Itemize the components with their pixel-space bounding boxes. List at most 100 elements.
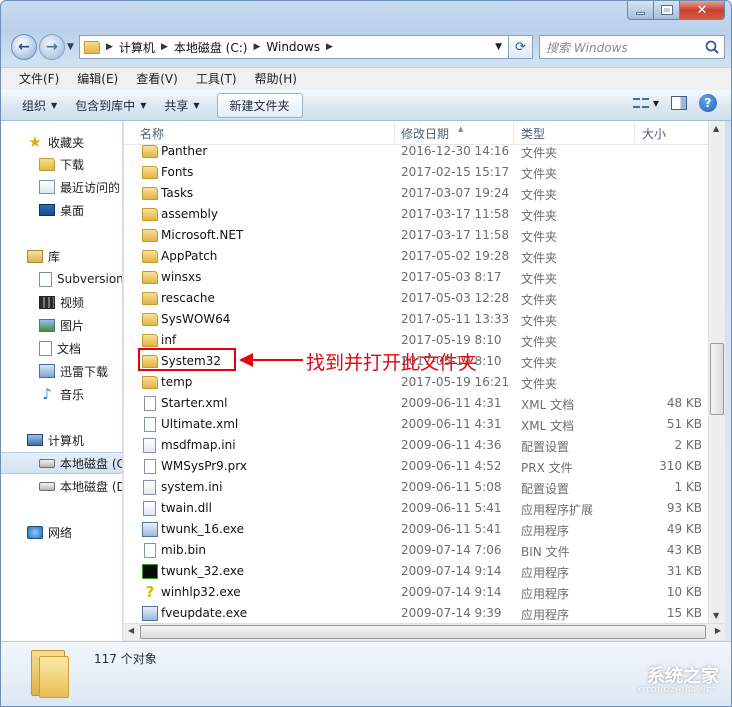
file-row[interactable]: twunk_16.exe 2009-06-11 5:41 应用程序 49 KB [124, 519, 708, 540]
nav-documents[interactable]: 文档 [39, 337, 81, 359]
horizontal-scroll-thumb[interactable] [140, 625, 706, 639]
folder-icon [84, 40, 100, 54]
column-divider[interactable] [394, 123, 395, 143]
file-type: 配置设置 [521, 482, 570, 496]
menu-tools[interactable]: 工具(T) [188, 68, 245, 89]
organize-button[interactable]: 组织 ▼ [13, 93, 66, 118]
file-type: 文件夹 [521, 188, 558, 202]
menu-file[interactable]: 文件(F) [11, 68, 67, 89]
column-divider[interactable] [634, 123, 635, 143]
file-row[interactable]: fveupdate.exe 2009-07-14 9:39 应用程序 15 KB [124, 603, 708, 623]
help-icon[interactable]: ? [699, 94, 717, 112]
file-date: 2009-06-11 4:31 [401, 417, 502, 431]
minimize-button[interactable] [627, 1, 654, 20]
file-size: 2 KB [674, 438, 702, 452]
chevron-right-icon[interactable]: ▶ [106, 42, 113, 52]
nav-desktop[interactable]: 桌面 [39, 199, 84, 221]
preview-pane-icon[interactable] [671, 96, 687, 110]
close-button[interactable]: ✕ [680, 1, 725, 20]
nav-network[interactable]: 网络 [27, 521, 72, 543]
recent-pages-dropdown[interactable]: ▼ [67, 42, 74, 52]
refresh-button[interactable]: ⟳ [509, 35, 533, 59]
menu-edit[interactable]: 编辑(E) [69, 68, 126, 89]
file-date: 2017-02-15 15:17 [401, 165, 510, 179]
file-row[interactable]: ? winhlp32.exe 2009-07-14 9:14 应用程序 10 KB [124, 582, 708, 603]
file-row[interactable]: msdfmap.ini 2009-06-11 4:36 配置设置 2 KB [124, 435, 708, 456]
column-header-type[interactable]: 类型 [521, 125, 545, 142]
breadcrumb-local-disk[interactable]: 本地磁盘 (C:) [174, 39, 248, 56]
file-row[interactable]: twain.dll 2009-06-11 5:41 应用程序扩展 93 KB [124, 498, 708, 519]
column-header-date[interactable]: 修改日期 [401, 125, 449, 142]
nav-videos[interactable]: 视频 [39, 291, 84, 313]
nav-xunlei[interactable]: 迅雷下载 [39, 360, 108, 382]
scroll-left-icon[interactable]: ◀ [128, 626, 134, 635]
annotation-highlight-box [138, 348, 236, 371]
vertical-scrollbar[interactable]: ▲ ▼ [708, 121, 725, 623]
file-row[interactable]: Tasks 2017-03-07 19:24 文件夹 [124, 183, 708, 204]
nav-recent[interactable]: 最近访问的 [39, 176, 120, 198]
column-divider[interactable] [513, 123, 514, 143]
scroll-up-icon[interactable]: ▲ [713, 124, 719, 133]
breadcrumb-windows[interactable]: Windows [266, 40, 320, 54]
menu-view[interactable]: 查看(V) [128, 68, 186, 89]
nav-computer[interactable]: 计算机 [27, 429, 84, 451]
file-row[interactable]: winsxs 2017-05-03 8:17 文件夹 [124, 267, 708, 288]
file-row[interactable]: assembly 2017-03-17 11:58 文件夹 [124, 204, 708, 225]
forward-button[interactable]: → [39, 34, 65, 60]
file-row[interactable]: Starter.xml 2009-06-11 4:31 XML 文档 48 KB [124, 393, 708, 414]
arrow-right-icon: → [46, 39, 58, 55]
scroll-right-icon[interactable]: ▶ [715, 626, 721, 635]
chevron-right-icon[interactable]: ▶ [161, 42, 168, 52]
address-bar[interactable]: ▶ 计算机 ▶ 本地磁盘 (C:) ▶ Windows ▶ ▼ [79, 35, 509, 59]
vertical-scroll-thumb[interactable] [710, 343, 724, 415]
chevron-right-icon[interactable]: ▶ [326, 42, 333, 52]
change-view-button[interactable]: ▼ [632, 96, 659, 110]
file-row[interactable]: Panther 2016-12-30 14:16 文件夹 [124, 141, 708, 162]
nav-libraries[interactable]: 库 [27, 245, 60, 267]
file-name: fveupdate.exe [161, 606, 248, 620]
file-date: 2009-06-11 4:36 [401, 438, 502, 452]
file-size: 93 KB [666, 501, 702, 515]
file-row[interactable]: Ultimate.xml 2009-06-11 4:31 XML 文档 51 KB [124, 414, 708, 435]
column-header-size[interactable]: 大小 [642, 125, 666, 142]
refresh-icon: ⟳ [515, 39, 526, 55]
nav-pictures[interactable]: 图片 [39, 314, 84, 336]
nav-music[interactable]: ♪ 音乐 [39, 383, 84, 405]
nav-favorites[interactable]: ★ 收藏夹 [27, 131, 84, 153]
back-button[interactable]: ← [11, 34, 37, 60]
nav-local-disk-d[interactable]: 本地磁盘 (D [39, 475, 122, 497]
file-row[interactable]: mib.bin 2009-07-14 7:06 BIN 文件 43 KB [124, 540, 708, 561]
file-row[interactable]: Fonts 2017-02-15 15:17 文件夹 [124, 162, 708, 183]
column-header-name[interactable]: 名称 [140, 125, 164, 142]
file-row[interactable]: WMSysPr9.prx 2009-06-11 4:52 PRX 文件 310 KB [124, 456, 708, 477]
folder-icon [142, 376, 158, 389]
nav-downloads[interactable]: 下载 [39, 153, 84, 175]
file-row[interactable]: rescache 2017-05-03 12:28 文件夹 [124, 288, 708, 309]
nav-subversion[interactable]: Subversion [39, 268, 122, 290]
breadcrumb-computer[interactable]: 计算机 [119, 39, 155, 56]
file-row[interactable]: AppPatch 2017-05-02 19:28 文件夹 [124, 246, 708, 267]
search-input[interactable]: 搜索 Windows [539, 35, 725, 59]
download-library-icon [39, 364, 55, 378]
nav-local-disk-c[interactable]: 本地磁盘 (C [1, 452, 122, 474]
document-icon [39, 340, 52, 356]
file-row[interactable]: system.ini 2009-06-11 5:08 配置设置 1 KB [124, 477, 708, 498]
horizontal-scrollbar[interactable]: ◀ ▶ [124, 623, 725, 640]
minimize-icon [636, 11, 645, 15]
file-row[interactable]: Microsoft.NET 2017-03-17 11:58 文件夹 [124, 225, 708, 246]
search-icon[interactable] [704, 39, 720, 55]
menu-help[interactable]: 帮助(H) [247, 68, 305, 89]
chevron-down-icon[interactable]: ▼ [495, 42, 502, 52]
share-button[interactable]: 共享 ▼ [155, 93, 208, 118]
file-row[interactable]: twunk_32.exe 2009-07-14 9:14 应用程序 31 KB [124, 561, 708, 582]
file-date: 2009-07-14 9:39 [401, 606, 502, 620]
file-row[interactable]: SysWOW64 2017-05-11 13:33 文件夹 [124, 309, 708, 330]
maximize-button[interactable] [654, 1, 680, 20]
file-type: 文件夹 [521, 146, 558, 160]
file-row[interactable]: temp 2017-05-19 16:21 文件夹 [124, 372, 708, 393]
chevron-right-icon[interactable]: ▶ [253, 42, 260, 52]
scroll-down-icon[interactable]: ▼ [713, 611, 719, 620]
file-name: mib.bin [161, 543, 207, 557]
include-in-library-button[interactable]: 包含到库中 ▼ [66, 93, 155, 118]
new-folder-button[interactable]: 新建文件夹 [216, 92, 303, 118]
